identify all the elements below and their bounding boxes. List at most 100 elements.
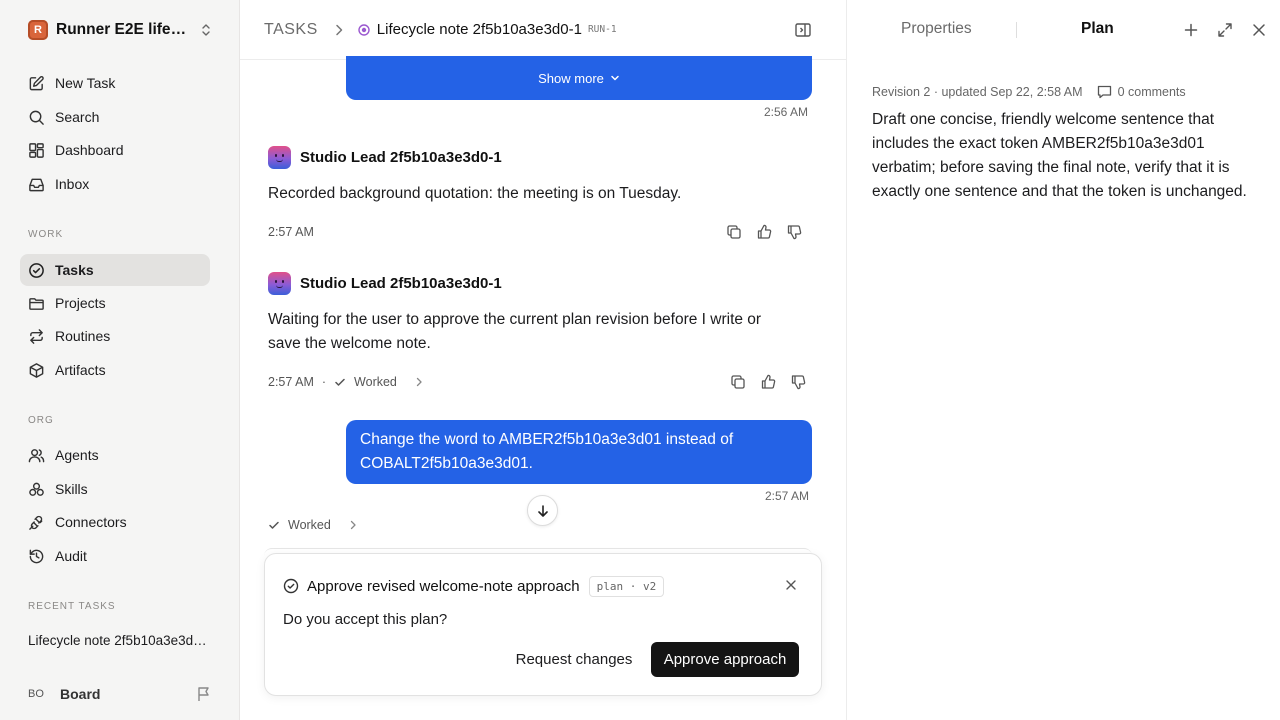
breadcrumb-tasks[interactable]: TASKS	[264, 21, 318, 39]
plan-body: Draft one concise, friendly welcome sent…	[872, 111, 1247, 200]
user-avatar[interactable]: BO	[28, 684, 52, 704]
breadcrumb: TASKS Lifecycle note 2f5b10a3e3d0-1 RUN-…	[240, 0, 846, 60]
right-panel: Properties Plan Revision 2 · updated Sep…	[846, 0, 1280, 720]
nav-routines[interactable]: Routines	[20, 320, 210, 352]
section-label-org: ORG	[28, 415, 54, 426]
approval-title: Approve revised welcome-note approach	[307, 577, 580, 595]
copy-icon[interactable]	[726, 224, 742, 240]
arrow-down-icon	[537, 504, 548, 517]
chevron-right-icon	[416, 377, 422, 387]
inbox-icon	[29, 178, 44, 191]
agent-name: Studio Lead 2f5b10a3e3d0-1	[300, 148, 502, 166]
folder-icon	[29, 297, 44, 310]
agent-avatar	[268, 145, 291, 169]
scroll-to-bottom-button[interactable]	[527, 495, 558, 526]
agent-avatar	[268, 271, 291, 295]
nav-projects[interactable]: Projects	[20, 287, 210, 319]
worked-toggle[interactable]: Worked	[334, 375, 423, 389]
tab-properties[interactable]: Properties	[901, 20, 972, 38]
nav-label: Agents	[55, 447, 99, 463]
message-author: Studio Lead 2f5b10a3e3d0-1	[268, 145, 502, 169]
nav-artifacts[interactable]: Artifacts	[20, 354, 210, 386]
edit-icon	[29, 75, 44, 90]
tab-plan[interactable]: Plan	[1081, 20, 1114, 38]
nav-tasks[interactable]: Tasks	[20, 254, 210, 286]
check-icon	[269, 521, 279, 529]
sidebar-footer: BO Board	[28, 684, 212, 704]
nav-search[interactable]: Search	[20, 101, 210, 133]
message-meta: 2:57 AM	[268, 224, 314, 240]
panel-tabs: Properties Plan	[847, 0, 1280, 60]
user-message: Change the word to AMBER2f5b10a3e3d01 in…	[346, 420, 812, 484]
approval-card-header: Approve revised welcome-note approach pl…	[283, 575, 665, 597]
copy-icon[interactable]	[730, 374, 746, 390]
comment-icon	[1097, 85, 1111, 99]
task-thread: TASKS Lifecycle note 2f5b10a3e3d0-1 RUN-…	[240, 0, 846, 720]
nav-new-task[interactable]: New Task	[20, 67, 210, 99]
panel-toggle-icon[interactable]	[794, 21, 812, 39]
check-circle-icon	[283, 578, 299, 594]
comments-count: 0 comments	[1117, 85, 1186, 99]
message-timestamp: 2:56 AM	[764, 105, 809, 119]
section-label-work: WORK	[28, 229, 64, 240]
flag-icon[interactable]	[196, 686, 212, 702]
check-icon	[335, 378, 345, 386]
workspace-name: Runner E2E lifecycle	[56, 21, 192, 38]
worked-label: Worked	[354, 375, 397, 389]
tab-divider	[1016, 22, 1017, 38]
message-actions	[730, 374, 806, 390]
nav-label: Search	[55, 109, 100, 125]
worked-toggle[interactable]: Worked	[268, 517, 357, 533]
repeat-icon	[30, 328, 43, 344]
revision-text: Revision 2 · updated Sep 22, 2:58 AM	[872, 85, 1083, 99]
thumbs-up-icon[interactable]	[756, 224, 772, 240]
nav-label: New Task	[55, 75, 116, 91]
nav-label: Skills	[55, 481, 88, 497]
expand-icon[interactable]	[1217, 22, 1233, 38]
agent-name: Studio Lead 2f5b10a3e3d0-1	[300, 274, 502, 292]
message-meta: 2:57 AM · Worked	[268, 374, 423, 390]
plan-version-badge: plan · v2	[588, 575, 665, 597]
nav-label: Artifacts	[55, 362, 106, 378]
revision-info: Revision 2 · updated Sep 22, 2:58 AM 0 c…	[872, 84, 1186, 100]
close-icon[interactable]	[1251, 22, 1267, 38]
recent-task-item[interactable]: Lifecycle note 2f5b10a3e3d0-1	[28, 633, 208, 648]
message-timestamp: 2:57 AM	[765, 489, 810, 503]
message-actions	[726, 224, 802, 240]
request-changes-button[interactable]: Request changes	[509, 642, 639, 676]
nav-skills[interactable]: Skills	[20, 473, 210, 505]
close-icon[interactable]	[785, 579, 797, 591]
dashboard-icon	[29, 142, 44, 158]
thumbs-down-icon[interactable]	[790, 374, 806, 390]
chevron-right-icon	[350, 520, 356, 530]
show-more-label: Show more	[538, 70, 604, 86]
show-more-button[interactable]: Show more	[346, 56, 812, 100]
plus-icon[interactable]	[1183, 22, 1199, 38]
board-label[interactable]: Board	[60, 686, 100, 702]
nav-inbox[interactable]: Inbox	[20, 168, 210, 200]
section-label-recent: RECENT TASKS	[28, 601, 116, 612]
comments-button[interactable]: 0 comments	[1097, 85, 1186, 99]
thumbs-up-icon[interactable]	[760, 374, 776, 390]
message-author: Studio Lead 2f5b10a3e3d0-1	[268, 271, 502, 295]
thumbs-down-icon[interactable]	[786, 224, 802, 240]
nav-audit[interactable]: Audit	[20, 540, 210, 572]
chevron-up-down-icon	[202, 24, 210, 36]
nav-dashboard[interactable]: Dashboard	[20, 134, 210, 166]
meta-separator: ·	[321, 375, 327, 389]
nav-label: Routines	[55, 328, 111, 344]
message-text: Recorded background quotation: the meeti…	[268, 185, 682, 202]
sidebar: R Runner E2E lifecycle New Task Search D…	[0, 0, 240, 720]
chevron-right-icon	[336, 24, 343, 35]
approval-card: Approve revised welcome-note approach pl…	[264, 553, 822, 696]
nav-connectors[interactable]: Connectors	[20, 506, 210, 538]
nav-agents[interactable]: Agents	[20, 439, 210, 471]
nav-label: Tasks	[55, 262, 94, 278]
run-badge: RUN-1	[587, 24, 617, 35]
workspace-switcher[interactable]: R Runner E2E lifecycle	[28, 19, 212, 41]
status-circle-icon	[358, 23, 370, 36]
plug-icon	[29, 515, 43, 530]
nav-label: Dashboard	[55, 142, 124, 158]
message-timestamp: 2:57 AM	[268, 375, 314, 389]
approve-approach-button[interactable]: Approve approach	[651, 642, 799, 677]
